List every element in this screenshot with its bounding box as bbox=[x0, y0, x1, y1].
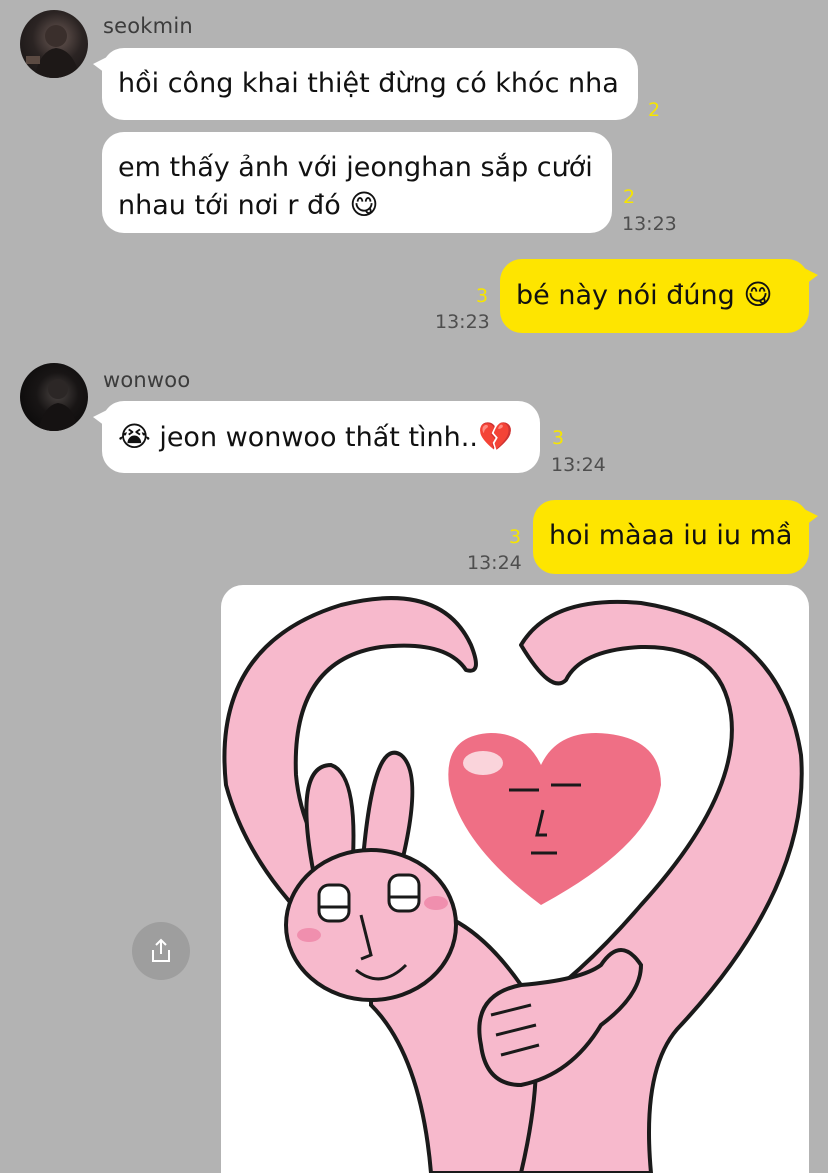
my-message-bubble-1[interactable]: bé này nói đúng 😋 bbox=[500, 259, 818, 333]
timestamp: 13:23 bbox=[622, 213, 677, 235]
sender-name-seokmin: seokmin bbox=[103, 14, 193, 38]
share-button[interactable] bbox=[132, 922, 190, 980]
unread-count: 2 bbox=[623, 186, 636, 208]
message-text: jeon wonwoo thất tình.. bbox=[159, 422, 478, 453]
message-text: hồi công khai thiệt đừng có khóc nha bbox=[118, 68, 619, 99]
unread-count: 3 bbox=[476, 285, 489, 307]
yum-emoji-icon: 😋 bbox=[349, 188, 379, 221]
my-message-bubble-2[interactable]: hoi màaa iu iu mầ bbox=[533, 500, 818, 574]
timestamp: 13:24 bbox=[467, 552, 522, 574]
broken-heart-emoji-icon: 💔 bbox=[477, 420, 513, 453]
share-icon bbox=[152, 938, 170, 962]
crying-emoji-icon: 😭 bbox=[118, 420, 151, 453]
message-text-line2: nhau tới nơi r đó bbox=[118, 190, 341, 221]
message-bubble-3[interactable]: 😭 jeon wonwoo thất tình..💔 bbox=[93, 401, 540, 473]
unread-count: 3 bbox=[509, 526, 522, 548]
message-bubble-2[interactable]: em thấy ảnh với jeonghan sắp cưới nhau t… bbox=[102, 132, 612, 233]
sender-name-wonwoo: wonwoo bbox=[103, 368, 191, 392]
sticker-illustration bbox=[222, 596, 804, 1173]
message-text-line1: em thấy ảnh với jeonghan sắp cưới bbox=[118, 152, 593, 183]
message-bubble-1[interactable]: hồi công khai thiệt đừng có khóc nha bbox=[93, 48, 638, 120]
unread-count: 2 bbox=[648, 99, 661, 121]
timestamp: 13:24 bbox=[551, 454, 606, 476]
message-text: bé này nói đúng bbox=[516, 280, 735, 311]
bunny-heart-sticker[interactable] bbox=[221, 585, 809, 1173]
unread-count: 3 bbox=[552, 427, 565, 449]
yum-emoji-icon: 😋 bbox=[743, 278, 773, 311]
timestamp: 13:23 bbox=[435, 311, 490, 333]
avatar-seokmin[interactable] bbox=[20, 10, 88, 78]
avatar-wonwoo[interactable] bbox=[20, 363, 88, 431]
message-text: hoi màaa iu iu mầ bbox=[549, 520, 793, 551]
